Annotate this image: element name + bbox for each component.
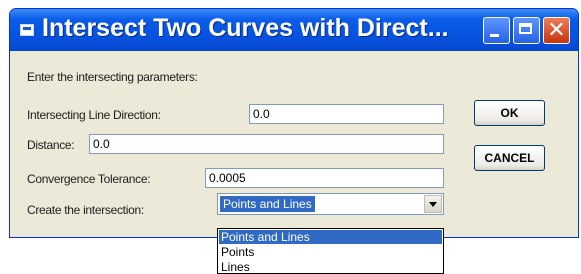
tolerance-label: Convergence Tolerance: bbox=[27, 172, 151, 186]
app-icon[interactable] bbox=[20, 24, 34, 36]
create-select[interactable]: Points and Lines bbox=[217, 193, 444, 215]
direction-label: Intersecting Line Direction: bbox=[27, 108, 161, 122]
create-select-value: Points and Lines bbox=[220, 196, 315, 212]
direction-input[interactable]: 0.0 bbox=[249, 104, 444, 124]
form-heading: Enter the intersecting parameters: bbox=[27, 70, 198, 84]
dropdown-option-lines[interactable]: Lines bbox=[219, 260, 442, 273]
window-title: Intersect Two Curves with Direct... bbox=[42, 14, 449, 42]
ok-button[interactable]: OK bbox=[474, 100, 545, 126]
distance-label: Distance: bbox=[27, 138, 75, 152]
minimize-icon[interactable] bbox=[483, 17, 510, 44]
cancel-button[interactable]: CANCEL bbox=[474, 145, 545, 171]
dropdown-option-points-and-lines[interactable]: Points and Lines bbox=[219, 230, 442, 244]
close-icon[interactable]: ✕ bbox=[543, 17, 570, 44]
create-dropdown-list: Points and Lines Points Lines bbox=[217, 228, 444, 274]
tolerance-input[interactable]: 0.0005 bbox=[205, 168, 444, 188]
dropdown-option-points[interactable]: Points bbox=[219, 245, 442, 259]
maximize-icon[interactable] bbox=[513, 17, 540, 44]
chevron-down-icon[interactable] bbox=[424, 195, 442, 213]
distance-input[interactable]: 0.0 bbox=[89, 134, 444, 154]
create-label: Create the intersection: bbox=[27, 203, 144, 217]
title-bar[interactable]: Intersect Two Curves with Direct... ✕ bbox=[10, 9, 578, 51]
